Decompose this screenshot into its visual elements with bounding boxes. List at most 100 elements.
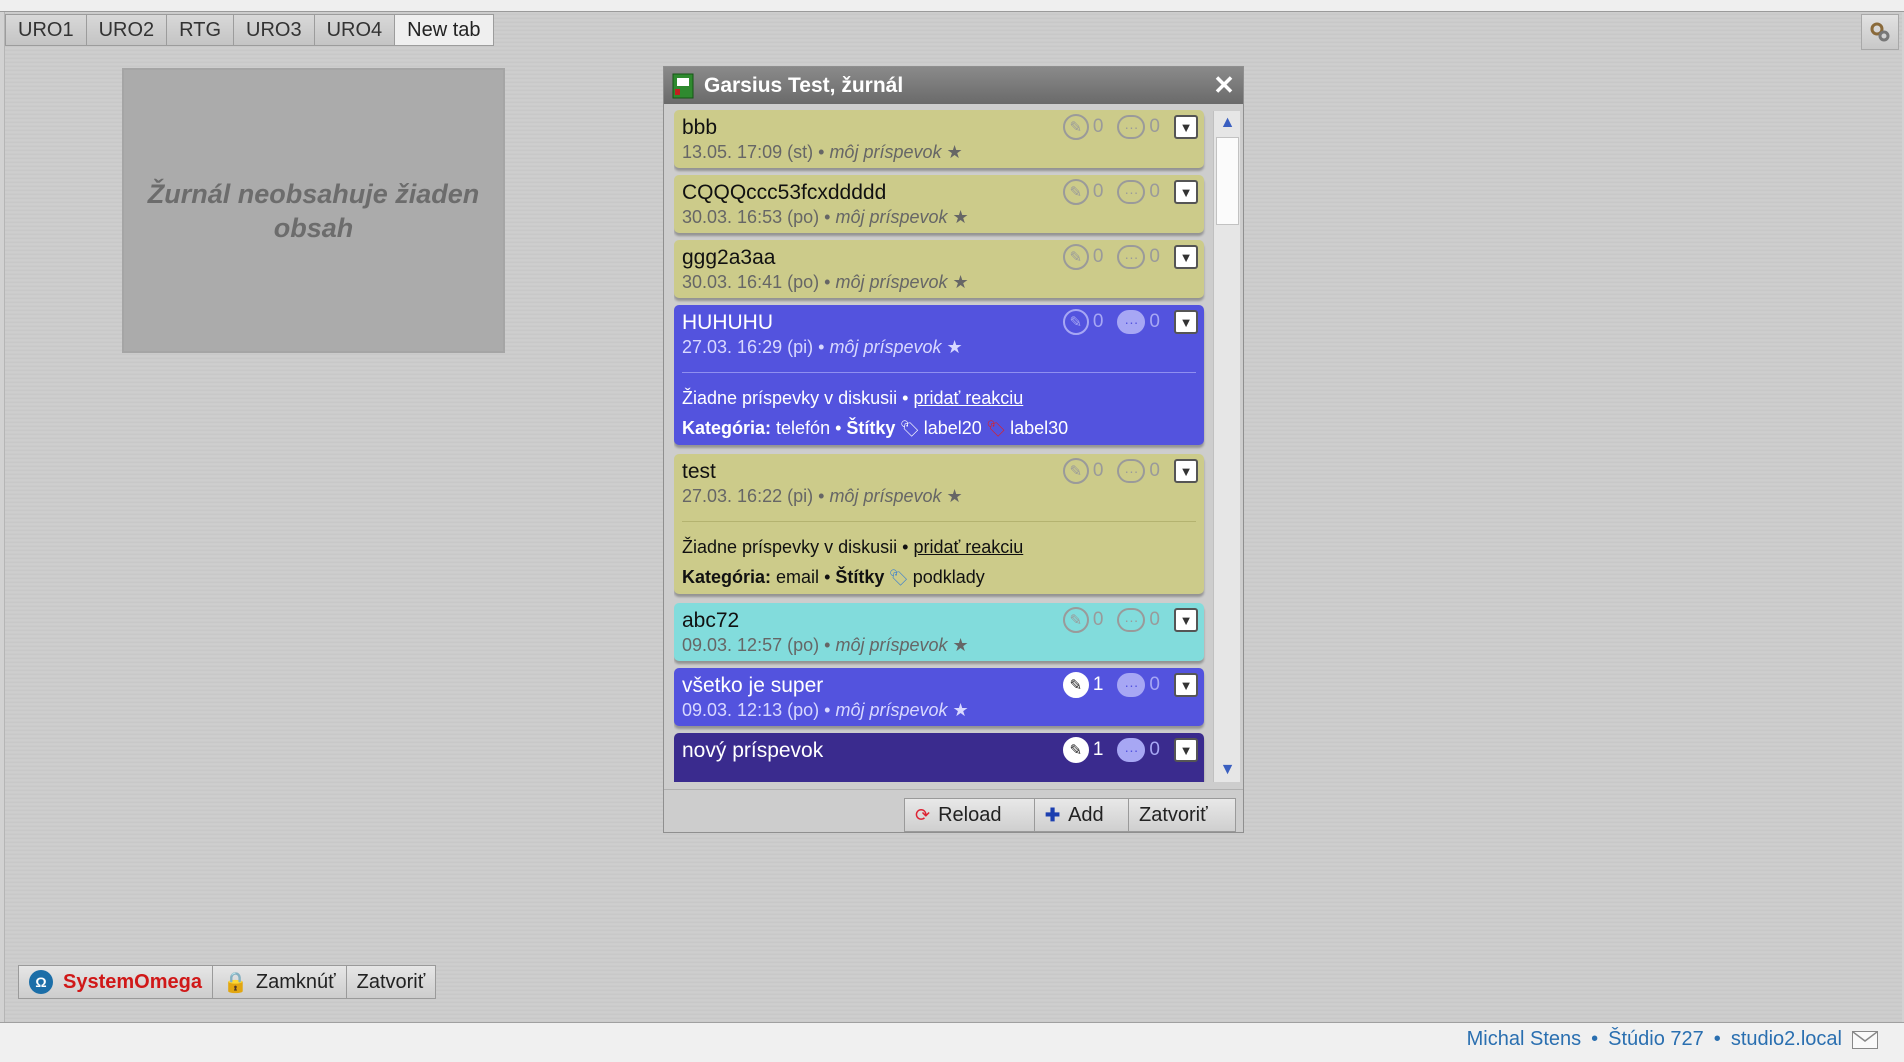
item-meta: 27.03. 16:29 (pi) • môj príspevok ★ bbox=[682, 337, 963, 357]
attachment-count: 0 bbox=[1092, 246, 1104, 267]
chevron-down-icon[interactable]: ▼ bbox=[1174, 673, 1198, 697]
item-meta: 13.05. 17:09 (st) • môj príspevok ★ bbox=[682, 142, 963, 162]
journal-item[interactable]: abc72 09.03. 12:57 (po) • môj príspevok … bbox=[674, 603, 1204, 661]
add-reaction-link[interactable]: pridať reakciu bbox=[913, 388, 1023, 408]
scroll-thumb[interactable] bbox=[1216, 137, 1239, 225]
reload-icon: ⟳ bbox=[915, 804, 931, 825]
paperclip-icon[interactable]: ✎ bbox=[1062, 244, 1089, 270]
close-button[interactable]: Zatvoriť bbox=[1128, 798, 1236, 832]
comment-icon[interactable]: ··· bbox=[1117, 459, 1146, 483]
comment-icon[interactable]: ··· bbox=[1117, 245, 1146, 269]
journal-item[interactable]: test 27.03. 16:22 (pi) • môj príspevok ★… bbox=[674, 454, 1204, 594]
comment-icon[interactable]: ··· bbox=[1117, 180, 1146, 204]
paperclip-icon[interactable]: ✎ bbox=[1062, 737, 1089, 763]
status-host[interactable]: studio2.local bbox=[1731, 1028, 1842, 1051]
journal-item[interactable]: všetko je super 09.03. 12:13 (po) • môj … bbox=[674, 668, 1204, 726]
item-counters: ✎ 1 ··· 0 ▼ bbox=[1062, 737, 1198, 763]
tab-uro4[interactable]: URO4 bbox=[313, 14, 396, 46]
comment-count: 0 bbox=[1149, 246, 1160, 267]
window-titlebar[interactable]: Garsius Test, žurnál ✕ bbox=[664, 67, 1243, 104]
paperclip-icon[interactable]: ✎ bbox=[1062, 309, 1089, 335]
item-meta: 30.03. 16:41 (po) • môj príspevok ★ bbox=[682, 272, 969, 292]
tab-rtg[interactable]: RTG bbox=[166, 14, 235, 46]
paperclip-icon[interactable]: ✎ bbox=[1062, 672, 1089, 698]
close-app-button[interactable]: Zatvoriť bbox=[345, 965, 437, 999]
item-counters: ✎ 0 ··· 0 ▼ bbox=[1062, 114, 1198, 140]
lock-label: Zamknúť bbox=[255, 970, 336, 993]
add-reaction-link[interactable]: pridať reakciu bbox=[913, 537, 1023, 557]
paperclip-icon[interactable]: ✎ bbox=[1062, 179, 1089, 205]
item-counters: ✎ 0 ··· 0 ▼ bbox=[1062, 244, 1198, 270]
attachment-count: 0 bbox=[1092, 116, 1104, 137]
status-studio[interactable]: Štúdio 727 bbox=[1608, 1028, 1704, 1051]
add-label: Add bbox=[1068, 803, 1104, 826]
settings-button[interactable] bbox=[1861, 14, 1899, 50]
bottom-toolbar: Ω SystemOmega 🔒 Zamknúť Zatvoriť bbox=[18, 965, 437, 999]
item-counters: ✎ 0 ··· 0 ▼ bbox=[1062, 607, 1198, 633]
attachment-count: 0 bbox=[1092, 609, 1104, 630]
item-counters: ✎ 0 ··· 0 ▼ bbox=[1062, 458, 1198, 484]
chevron-down-icon[interactable]: ▼ bbox=[1174, 459, 1198, 483]
tab-uro2[interactable]: URO2 bbox=[85, 14, 168, 46]
comment-icon[interactable]: ··· bbox=[1117, 115, 1146, 139]
journal-item[interactable]: bbb 13.05. 17:09 (st) • môj príspevok ★ … bbox=[674, 110, 1204, 168]
tag-label: label30 bbox=[1010, 418, 1069, 438]
close-app-label: Zatvoriť bbox=[356, 970, 426, 993]
comment-icon[interactable]: ··· bbox=[1117, 310, 1146, 334]
attachment-count: 1 bbox=[1092, 739, 1104, 760]
add-button[interactable]: ✚ Add bbox=[1034, 798, 1129, 832]
paperclip-icon[interactable]: ✎ bbox=[1062, 114, 1089, 140]
scroll-up-icon[interactable]: ▲ bbox=[1214, 111, 1241, 135]
item-divider bbox=[682, 372, 1196, 373]
journal-list: bbb 13.05. 17:09 (st) • môj príspevok ★ … bbox=[674, 110, 1212, 782]
tab-uro3[interactable]: URO3 bbox=[233, 14, 315, 46]
status-user[interactable]: Michal Stens bbox=[1467, 1028, 1582, 1051]
tag-label: label20 bbox=[923, 418, 982, 438]
lock-button[interactable]: 🔒 Zamknúť bbox=[211, 965, 347, 999]
journal-item[interactable]: CQQQccc53fcxddddd 30.03. 16:53 (po) • mô… bbox=[674, 175, 1204, 233]
comment-count: 0 bbox=[1149, 181, 1160, 202]
reload-button[interactable]: ⟳ Reload bbox=[904, 798, 1035, 832]
tab-new-tab[interactable]: New tab bbox=[394, 14, 494, 46]
tag-icon: 🏷 bbox=[899, 421, 920, 438]
comment-count: 0 bbox=[1149, 674, 1160, 695]
item-meta: 09.03. 12:13 (po) • môj príspevok ★ bbox=[682, 700, 969, 720]
tab-uro1[interactable]: URO1 bbox=[5, 14, 87, 46]
comment-icon[interactable]: ··· bbox=[1117, 608, 1146, 632]
chevron-down-icon[interactable]: ▼ bbox=[1174, 115, 1198, 139]
comment-count: 0 bbox=[1149, 311, 1160, 332]
item-counters: ✎ 0 ··· 0 ▼ bbox=[1062, 309, 1198, 335]
journal-item[interactable]: HUHUHU 27.03. 16:29 (pi) • môj príspevok… bbox=[674, 305, 1204, 445]
chevron-down-icon[interactable]: ▼ bbox=[1174, 245, 1198, 269]
comment-icon[interactable]: ··· bbox=[1117, 738, 1146, 762]
paperclip-icon[interactable]: ✎ bbox=[1062, 607, 1089, 633]
systemomega-button[interactable]: Ω SystemOmega bbox=[18, 965, 213, 999]
window-footer: ⟳ Reload ✚ Add Zatvoriť bbox=[664, 789, 1243, 833]
chevron-down-icon[interactable]: ▼ bbox=[1174, 180, 1198, 204]
paperclip-icon[interactable]: ✎ bbox=[1062, 458, 1089, 484]
item-meta: 27.03. 16:22 (pi) • môj príspevok ★ bbox=[682, 486, 963, 506]
journal-item[interactable]: ggg2a3aa 30.03. 16:41 (po) • môj príspev… bbox=[674, 240, 1204, 298]
chevron-down-icon[interactable]: ▼ bbox=[1174, 608, 1198, 632]
list-scrollbar[interactable]: ▲ ▼ bbox=[1213, 111, 1240, 782]
tag-label: podklady bbox=[912, 567, 985, 587]
top-strip bbox=[0, 0, 1904, 12]
window-title: Garsius Test, žurnál bbox=[704, 73, 904, 97]
mail-icon[interactable] bbox=[1852, 1030, 1878, 1049]
item-meta: 09.03. 12:57 (po) • môj príspevok ★ bbox=[682, 635, 969, 655]
item-discussion: Žiadne príspevky v diskusii • pridať rea… bbox=[682, 537, 1024, 557]
empty-journal-message: Žurnál neobsahuje žiaden obsah bbox=[147, 178, 480, 243]
lock-icon: 🔒 bbox=[222, 971, 248, 994]
journal-item[interactable]: nový príspevok ✎ 1 ··· 0 ▼ bbox=[674, 733, 1204, 782]
item-counters: ✎ 1 ··· 0 ▼ bbox=[1062, 672, 1198, 698]
journal-window: Garsius Test, žurnál ✕ bbb 13.05. 17:09 … bbox=[663, 66, 1244, 833]
chevron-down-icon[interactable]: ▼ bbox=[1174, 310, 1198, 334]
scroll-down-icon[interactable]: ▼ bbox=[1214, 758, 1241, 782]
comment-count: 0 bbox=[1149, 739, 1160, 760]
comment-icon[interactable]: ··· bbox=[1117, 673, 1146, 697]
close-icon[interactable]: ✕ bbox=[1211, 72, 1237, 98]
attachment-count: 0 bbox=[1092, 460, 1104, 481]
gear-icon bbox=[1870, 22, 1890, 42]
attachment-count: 1 bbox=[1092, 674, 1104, 695]
chevron-down-icon[interactable]: ▼ bbox=[1174, 738, 1198, 762]
